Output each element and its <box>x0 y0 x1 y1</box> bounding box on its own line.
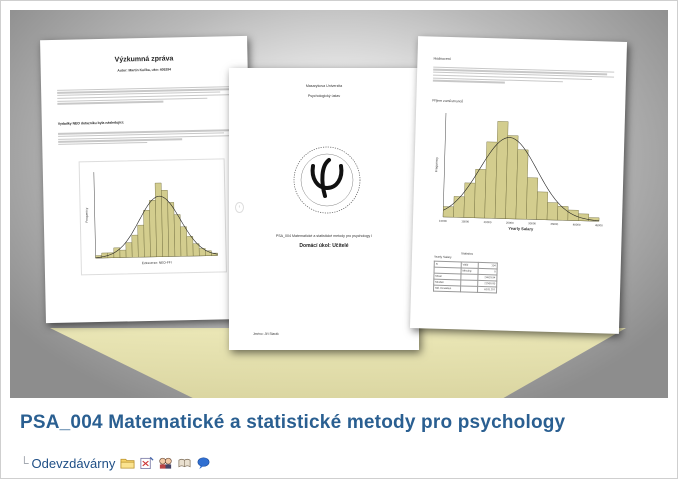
homework-cover-page[interactable]: Masarykova Univerzita Psychologický ústa… <box>229 68 419 350</box>
homework-title: Domácí úkol: Učitelé <box>299 243 349 249</box>
histogram-bar <box>101 252 109 259</box>
y-axis <box>93 172 96 259</box>
histogram-bar <box>131 234 139 258</box>
report-title: Výzkumná zpráva <box>114 55 174 64</box>
chat-icon[interactable] <box>196 456 211 470</box>
folder-icon[interactable] <box>120 456 135 470</box>
x-tick-label: 35000 <box>550 222 558 226</box>
histogram-extraverze: Frequency Extraverze: NEO-FFI <box>78 158 227 276</box>
report-document-page[interactable]: Výzkumná zpráva Autor: Martin Kučka, uko… <box>40 35 253 324</box>
report-bullet <box>58 128 236 147</box>
histogram-bar <box>167 202 176 257</box>
histogram-bar <box>453 196 465 218</box>
x-tick-label: 15000 <box>461 219 469 223</box>
forum-icon[interactable] <box>158 456 173 470</box>
salary-analysis-page[interactable]: Hodnocení Příjem zaměstnanců Frequency Ye… <box>409 36 628 334</box>
histogram-bar <box>125 242 133 258</box>
histogram-bar <box>474 169 487 219</box>
report-paragraph <box>57 80 235 106</box>
student-name: Jméno: Jiří Starák <box>253 332 279 336</box>
x-tick-label: 45000 <box>595 223 603 227</box>
analysis-label: Příjem zaměstnanců <box>432 98 464 104</box>
report-author: Autor: Martin Kučka, uko: 409294 <box>117 67 172 73</box>
histogram-bar <box>526 177 539 220</box>
histogram-bar <box>463 182 476 218</box>
x-tick-label: 10000 <box>439 219 447 223</box>
histogram-bar <box>137 224 145 258</box>
histogram-bar <box>442 206 454 218</box>
university-name: Masarykova Univerzita <box>305 84 343 88</box>
histogram-bar <box>180 226 188 257</box>
tree-branch-icon: └ <box>20 456 29 470</box>
x-axis-label: Yearly Salary <box>508 226 534 232</box>
histogram-bar <box>557 206 569 221</box>
x-tick-label: 30000 <box>528 221 536 225</box>
psychology-institute-seal <box>293 146 361 214</box>
histogram-yearly-salary: Frequency Yearly Salary 10000 15000 20000 250… <box>434 112 603 232</box>
report-heading: Vydadky NEO dotazníku byla následující: <box>57 120 125 126</box>
course-banner: Výzkumná zpráva Autor: Martin Kučka, uko… <box>10 10 668 398</box>
histogram-bar <box>515 149 529 220</box>
previous-page-arrow-icon[interactable]: ‹ <box>235 202 244 213</box>
glossary-icon[interactable] <box>177 456 192 470</box>
institute-name: Psychologický ústav <box>307 94 341 98</box>
odevzdavarny-link[interactable]: Odevzdávárny <box>32 456 116 471</box>
histogram-bar <box>143 210 151 258</box>
y-axis-label: Frequency <box>85 207 89 223</box>
stats-label: Std. Deviation <box>433 285 461 292</box>
analysis-heading: Hodnocení <box>433 56 451 62</box>
histogram-bar <box>546 202 559 221</box>
stats-value: 6131.257 <box>477 286 497 293</box>
analysis-paragraph <box>432 65 615 88</box>
y-axis <box>442 112 447 217</box>
x-tick-label: 25000 <box>506 221 514 225</box>
stats-row: Std. Deviation 6131.257 <box>433 285 497 293</box>
course-title[interactable]: PSA_004 Matematické a statistické metody… <box>20 412 565 434</box>
y-axis-label: Frequency <box>434 157 438 173</box>
histogram-bar <box>186 236 194 257</box>
histogram-bar <box>119 249 127 258</box>
stats-label <box>460 285 478 293</box>
histogram-bar <box>161 190 170 257</box>
course-line: PSA_004 Matematické a statistické metody… <box>275 234 373 238</box>
quiz-icon[interactable] <box>139 456 154 470</box>
x-tick-label: 40000 <box>573 223 581 227</box>
stats-grid: N Valid 134 Missing 0 Mean 24625.94 Median 22500… <box>433 261 498 294</box>
histogram-bar <box>536 191 549 221</box>
histogram-bar <box>173 214 182 257</box>
x-axis-label: Extraverze: NEO-FFI <box>142 260 172 265</box>
x-tick-label: 20000 <box>484 220 492 224</box>
histogram-bar <box>192 243 200 257</box>
course-section-row: └ Odevzdávárny <box>20 454 215 472</box>
statistics-table: Statistics Yearly Salary N Valid 134 Missin… <box>433 251 500 294</box>
histogram-bar <box>567 209 579 221</box>
